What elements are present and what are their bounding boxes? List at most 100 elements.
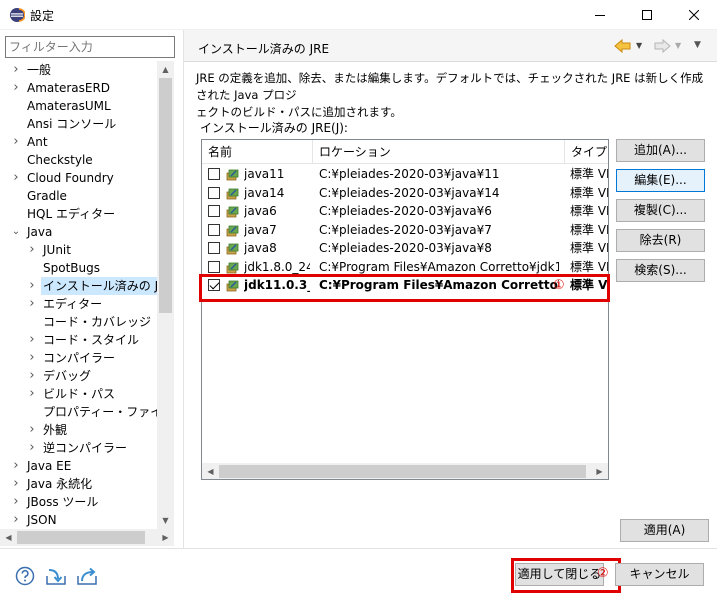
tree-item[interactable]: › Ant <box>0 133 157 151</box>
view-menu-icon[interactable]: ▼ <box>694 40 701 50</box>
tree-item[interactable]: ›インストール済みの JRE <box>0 277 157 295</box>
search-button[interactable]: 検索(S)... <box>616 259 705 282</box>
copy-button[interactable]: 複製(C)... <box>616 199 705 222</box>
scroll-right-icon[interactable]: ▶ <box>591 463 608 479</box>
scroll-thumb[interactable] <box>17 531 145 544</box>
tree-item-label: Cloud Foundry <box>27 171 114 185</box>
table-horizontal-scrollbar[interactable]: ◀ ▶ <box>202 463 608 479</box>
tree-item[interactable]: Checkstyle <box>0 151 157 169</box>
chevron-right-icon[interactable]: › <box>11 475 21 493</box>
tree-item[interactable]: › AmaterasERD <box>0 79 157 97</box>
tree-item[interactable]: AmaterasUML <box>0 97 157 115</box>
minimize-button[interactable] <box>577 0 623 30</box>
tree-item[interactable]: › 一般 <box>0 61 157 79</box>
tree-item[interactable]: › 外観 <box>0 421 157 439</box>
chevron-right-icon[interactable]: › <box>27 277 37 295</box>
help-icon[interactable] <box>15 566 35 586</box>
chevron-right-icon[interactable]: › <box>27 439 37 457</box>
forward-arrow-icon[interactable] <box>652 37 672 55</box>
chevron-right-icon[interactable]: › <box>27 385 37 403</box>
chevron-right-icon[interactable]: › <box>27 349 37 367</box>
scroll-thumb[interactable] <box>159 78 172 313</box>
table-row[interactable]: java6 C:¥pleiades-2020-03¥java¥6 標準 VM <box>202 201 608 221</box>
page-title: インストール済みの JRE <box>198 42 330 56</box>
chevron-right-icon[interactable]: › <box>11 457 21 475</box>
remove-button[interactable]: 除去(R) <box>616 229 705 252</box>
tree-item[interactable]: プロパティー・ファイル・エデ <box>0 403 157 421</box>
tree-horizontal-scrollbar[interactable]: ◀ ▶ <box>0 529 174 546</box>
apply-and-close-button[interactable]: 適用して閉じる <box>515 563 604 586</box>
scroll-left-icon[interactable]: ◀ <box>202 463 219 479</box>
pane-splitter[interactable] <box>183 30 184 548</box>
jre-library-icon <box>226 169 239 181</box>
tree-item[interactable]: SpotBugs <box>0 259 157 277</box>
chevron-right-icon[interactable]: › <box>11 493 21 511</box>
tree-item[interactable]: Ansi コンソール <box>0 115 157 133</box>
installed-jre-table[interactable]: 名前 ロケーション タイプ java11 C:¥pleiades-2020-03¥… <box>201 139 609 480</box>
close-button[interactable] <box>671 0 717 30</box>
chevron-right-icon[interactable]: › <box>27 421 37 439</box>
chevron-right-icon[interactable]: › <box>11 133 21 151</box>
jre-library-icon <box>226 243 239 255</box>
table-row[interactable]: jdk1.8.0_242 C:¥Program Files¥Amazon Corr… <box>202 257 608 277</box>
chevron-right-icon[interactable]: › <box>27 367 37 385</box>
jre-checkbox[interactable] <box>208 260 220 273</box>
tree-item[interactable]: › JUnit <box>0 241 157 259</box>
table-row[interactable]: java11 C:¥pleiades-2020-03¥java¥11 標準 VM <box>202 164 608 184</box>
scroll-up-icon[interactable]: ▲ <box>157 61 174 78</box>
chevron-down-icon[interactable]: ⌄ <box>11 223 21 241</box>
column-header-name[interactable]: 名前 <box>202 140 312 164</box>
jre-checkbox[interactable] <box>208 279 220 291</box>
chevron-right-icon[interactable]: › <box>27 241 37 259</box>
tree-vertical-scrollbar[interactable]: ▲ ▼ <box>157 61 174 529</box>
chevron-right-icon[interactable]: › <box>11 511 21 529</box>
add-button[interactable]: 追加(A)... <box>616 139 705 162</box>
chevron-right-icon[interactable]: › <box>11 169 21 187</box>
column-header-location[interactable]: ロケーション <box>313 140 563 164</box>
chevron-right-icon[interactable]: › <box>27 331 37 349</box>
tree-item[interactable]: › Java EE <box>0 457 157 475</box>
chevron-right-icon[interactable]: › <box>11 79 21 97</box>
tree-item[interactable]: › ビルド・パス <box>0 385 157 403</box>
tree-item[interactable]: › コード・スタイル <box>0 331 157 349</box>
column-header-type[interactable]: タイプ <box>565 140 608 164</box>
tree-item[interactable]: ⌄ Java <box>0 223 157 241</box>
tree-item[interactable]: › Cloud Foundry <box>0 169 157 187</box>
tree-item[interactable]: › 逆コンパイラー <box>0 439 157 457</box>
tree-item[interactable]: › コンパイラー <box>0 349 157 367</box>
table-row[interactable]: java14 C:¥pleiades-2020-03¥java¥14 標準 VM <box>202 183 608 203</box>
tree-item[interactable]: コード・カバレッジ <box>0 313 157 331</box>
jre-checkbox[interactable] <box>208 205 220 217</box>
scroll-down-icon[interactable]: ▼ <box>157 512 174 529</box>
maximize-button[interactable] <box>624 0 670 30</box>
jre-checkbox[interactable] <box>208 168 220 180</box>
import-icon[interactable] <box>45 566 67 586</box>
jre-checkbox[interactable] <box>208 242 220 254</box>
scroll-thumb[interactable] <box>219 465 586 478</box>
jre-checkbox[interactable] <box>208 186 220 199</box>
tree-item[interactable]: › デバッグ <box>0 367 157 385</box>
scroll-right-icon[interactable]: ▶ <box>157 529 174 546</box>
jre-checkbox[interactable] <box>208 223 220 236</box>
filter-input[interactable] <box>5 36 175 58</box>
tree-item[interactable]: › エディター <box>0 295 157 313</box>
forward-menu-icon[interactable]: ▼ <box>675 41 681 50</box>
tree-item-label: SpotBugs <box>43 261 100 275</box>
tree-item[interactable]: › JSON <box>0 511 157 529</box>
tree-item[interactable]: HQL エディター <box>0 205 157 223</box>
export-icon[interactable] <box>76 566 98 586</box>
chevron-right-icon[interactable]: › <box>27 295 37 313</box>
cancel-button[interactable]: キャンセル <box>615 563 704 586</box>
edit-button[interactable]: 編集(E)... <box>616 169 705 192</box>
tree-item[interactable]: › Java 永続化 <box>0 475 157 493</box>
table-row[interactable]: java8 C:¥pleiades-2020-03¥java¥8 標準 VM <box>202 238 608 258</box>
tree-item[interactable]: › JBoss ツール <box>0 493 157 511</box>
tree-item[interactable]: Gradle <box>0 187 157 205</box>
scroll-left-icon[interactable]: ◀ <box>0 529 17 546</box>
table-row[interactable]: java7 C:¥pleiades-2020-03¥java¥7 標準 VM <box>202 220 608 240</box>
back-menu-icon[interactable]: ▼ <box>636 41 642 50</box>
table-row[interactable]: jdk11.0.3_7... C:¥Program Files¥Amazon Co… <box>202 275 608 295</box>
apply-button[interactable]: 適用(A) <box>620 519 709 542</box>
back-arrow-icon[interactable] <box>613 37 633 55</box>
chevron-right-icon[interactable]: › <box>11 61 21 79</box>
